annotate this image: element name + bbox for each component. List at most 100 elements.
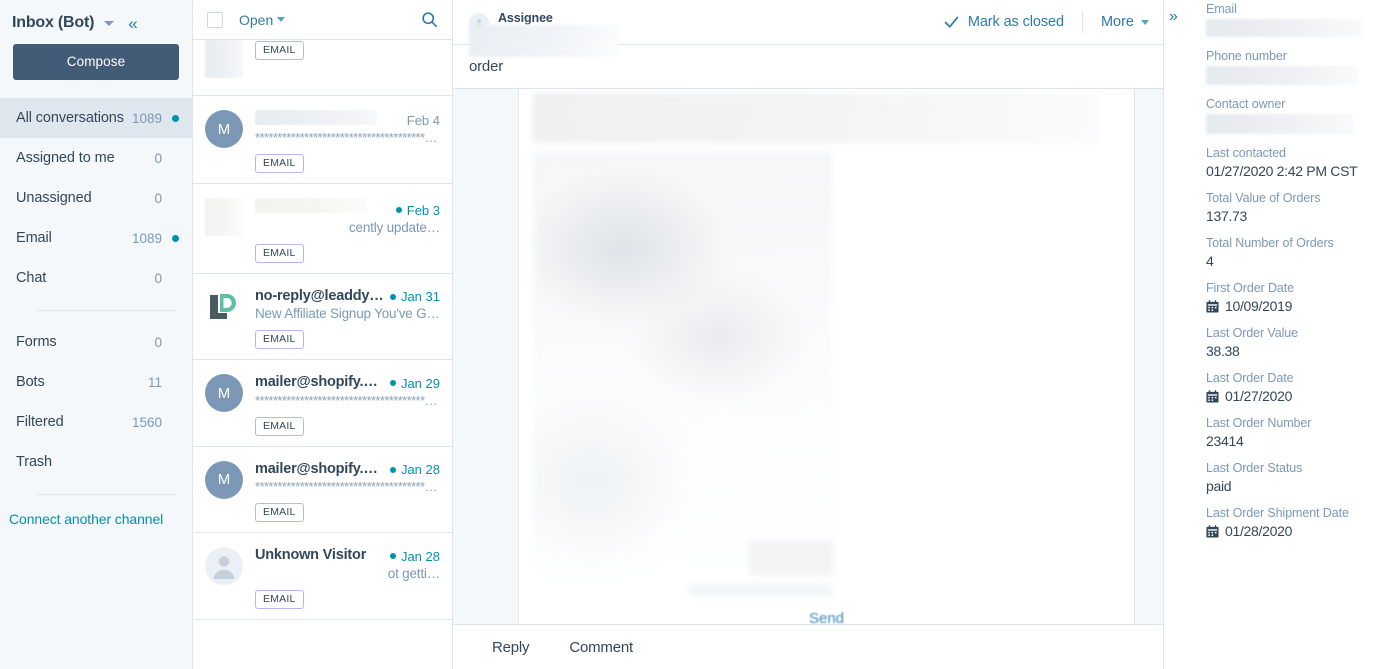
contact-field-last-order-status: Last Order Status paid [1206, 461, 1363, 494]
contact-field-value: 38.38 [1206, 343, 1240, 359]
list-item-sender: no-reply@leaddyno… [255, 287, 384, 304]
mark-as-closed-button[interactable]: Mark as closed [943, 14, 1064, 31]
message-thread[interactable]: Send [453, 89, 1163, 624]
inbox-dropdown-caret-icon[interactable] [104, 20, 115, 26]
conversation-subject: order [469, 58, 504, 75]
sidebar-item-trash[interactable]: Trash [0, 442, 192, 482]
contact-field-last-order-date: Last Order Date 01/27/2020 [1206, 371, 1363, 404]
list-item-date-text: Jan 28 [400, 548, 440, 564]
list-item-header: Unknown Visitor Jan 28 [255, 547, 440, 564]
unread-dot-icon [389, 380, 396, 386]
calendar-icon [1206, 299, 1219, 313]
list-item[interactable]: Feb 3 cently update… EMAIL [193, 184, 452, 274]
assignee-label: Assignee [498, 11, 553, 25]
sidebar-item-label: Forms [16, 334, 57, 350]
sidebar-divider [37, 310, 176, 311]
list-item-sender [255, 110, 377, 125]
list-item-date: Feb 4 [407, 113, 440, 128]
compose-button[interactable]: Compose [13, 44, 179, 80]
sidebar-item-chat[interactable]: Chat 0 [0, 258, 192, 298]
status-filter-dropdown[interactable]: Open [239, 12, 286, 28]
sidebar-item-all-conversations[interactable]: All conversations 1089 [0, 98, 192, 138]
sidebar-item-filtered[interactable]: Filtered 1560 [0, 402, 192, 442]
channel-badge: EMAIL [255, 503, 304, 522]
mark-as-closed-label: Mark as closed [967, 14, 1064, 30]
contact-field-label: Last Order Shipment Date [1206, 506, 1349, 520]
list-item-date-text: Feb 4 [406, 113, 440, 128]
left-sidebar: Inbox (Bot) « Compose All conversations … [0, 0, 193, 669]
list-item[interactable]: no-reply@leaddyno… Jan 31 New Affiliate … [193, 273, 452, 360]
expand-panel-icon[interactable]: » [1169, 9, 1178, 25]
list-item[interactable]: M Feb 4 ********************************… [193, 96, 452, 184]
search-button[interactable] [421, 11, 438, 28]
sidebar-item-count: 1089 [131, 110, 162, 126]
sidebar-item-assigned-to-me[interactable]: Assigned to me 0 [0, 138, 192, 178]
channel-badge: EMAIL [255, 154, 304, 173]
more-label: More [1100, 14, 1134, 30]
channel-badge: EMAIL [255, 416, 304, 436]
sidebar-item-count: 11 [147, 374, 162, 390]
list-item[interactable]: EMAIL [193, 40, 452, 96]
contact-field-value: 137.73 [1206, 208, 1248, 224]
sidebar-item-email[interactable]: Email 1089 [0, 218, 192, 258]
contact-field-last-contacted: Last contacted 01/27/2020 2:42 PM CST [1206, 146, 1363, 179]
contact-field-value: 4 [1206, 253, 1214, 269]
contact-field-value: 10/09/2019 [1225, 298, 1293, 314]
channel-badge: EMAIL [255, 589, 304, 609]
list-item[interactable]: M mailer@shopify.com Jan 29 ************… [193, 360, 452, 447]
sidebar-item-forms[interactable]: Forms 0 [0, 322, 192, 362]
contact-field-label: First Order Date [1206, 281, 1294, 295]
list-item-sender: mailer@shopify.com [255, 460, 384, 477]
more-menu-button[interactable]: More [1101, 14, 1149, 30]
person-icon [474, 19, 484, 28]
sidebar-item-label: Assigned to me [16, 150, 115, 166]
sidebar-item-count: 1089 [131, 230, 162, 246]
avatar [205, 40, 243, 78]
contact-field-contact-owner: Contact owner [1206, 97, 1363, 134]
contact-field-value-row: 01/28/2020 [1206, 523, 1363, 539]
list-item-header: Feb 3 [255, 198, 440, 218]
sidebar-item-label: Bots [16, 374, 45, 390]
sidebar-item-bots[interactable]: Bots 11 [0, 362, 192, 402]
conversation-toolbar: Assignee Mark as closed More [453, 0, 1163, 57]
sidebar-item-unassigned[interactable]: Unassigned 0 [0, 178, 192, 218]
channel-badge: EMAIL [255, 41, 304, 60]
connect-another-channel-link[interactable]: Connect another channel [0, 495, 192, 527]
sidebar-header: Inbox (Bot) « [0, 0, 192, 44]
avatar [205, 547, 243, 585]
calendar-icon [1206, 524, 1219, 538]
list-item-preview: cently update… [348, 219, 440, 235]
assignee-selector[interactable]: Assignee [469, 11, 619, 57]
sidebar-item-label: Trash [16, 454, 53, 470]
list-item[interactable]: M mailer@shopify.com Jan 28 ************… [193, 446, 452, 533]
sidebar-item-count: 0 [154, 190, 162, 206]
list-item-header: mailer@shopify.com Jan 28 [255, 461, 440, 478]
unread-dot-icon [172, 234, 179, 242]
list-item-date: Jan 29 [389, 376, 440, 391]
list-item-date-text: Jan 31 [400, 289, 440, 304]
list-item[interactable]: Unknown Visitor Jan 28 ot getti… EMAIL [193, 533, 452, 620]
unread-dot-icon [389, 466, 396, 473]
contact-field-value: paid [1206, 478, 1232, 494]
list-item-preview: ****************************************… [255, 130, 440, 145]
list-item-body: Feb 4 **********************************… [255, 110, 440, 173]
tab-comment[interactable]: Comment [569, 639, 633, 656]
person-icon [213, 556, 235, 579]
collapse-sidebar-icon[interactable]: « [128, 15, 137, 32]
select-all-checkbox[interactable] [207, 11, 223, 28]
list-item-header: Feb 4 [255, 110, 440, 128]
send-button-label[interactable]: Send [809, 610, 844, 624]
sidebar-item-count: 0 [154, 150, 162, 166]
conversation-items[interactable]: EMAIL M Feb 4 **************************… [193, 40, 452, 669]
list-item-preview: ot getti… [387, 565, 440, 581]
contact-field-total-value-of-orders: Total Value of Orders 137.73 [1206, 191, 1363, 224]
message-body-redacted-tertiary [689, 584, 833, 596]
message-body-redacted-secondary [749, 541, 833, 575]
leaddyno-logo-icon [210, 293, 236, 319]
contact-field-label: Email [1206, 2, 1237, 16]
tab-reply[interactable]: Reply [492, 639, 530, 656]
message-body-redacted [533, 152, 832, 592]
chevron-down-icon [277, 17, 286, 22]
list-item-date-text: Jan 28 [400, 462, 440, 477]
list-item-body: Feb 3 cently update… EMAIL [255, 198, 440, 263]
